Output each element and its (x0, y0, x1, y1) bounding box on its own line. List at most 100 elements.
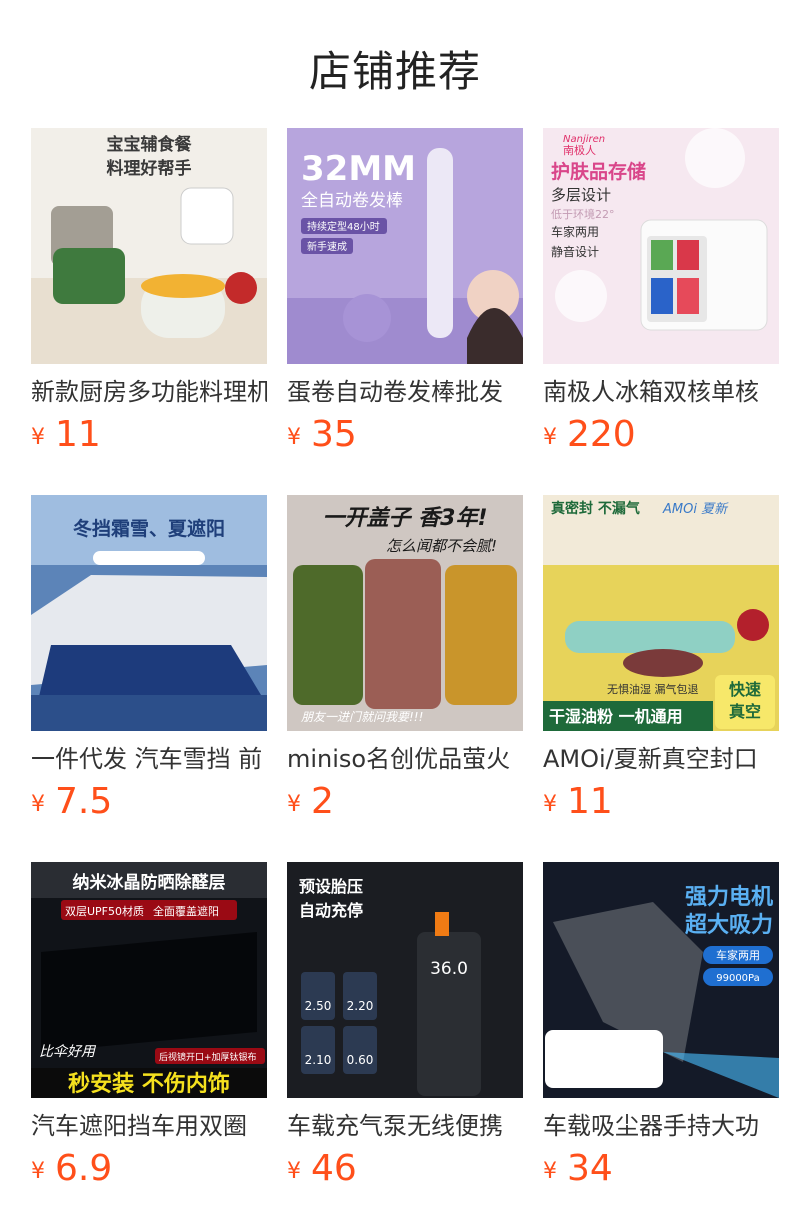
image-text: 超大吸力 (685, 913, 773, 938)
price-value: 34 (567, 1148, 613, 1189)
product-price: ¥6.9 (31, 1148, 112, 1192)
section-title: 店铺推荐 (308, 47, 481, 96)
product-price: ¥2 (287, 781, 334, 825)
image-text: 无惧油湿 漏气包退 (607, 682, 699, 696)
product-image[interactable]: 冬挡霜雪、夏遮阳 (31, 495, 267, 731)
currency-symbol: ¥ (31, 792, 45, 817)
product-name[interactable]: 车载充气泵无线便携 (287, 1108, 523, 1144)
product-image-food-processor: 宝宝辅食餐 料理好帮手 (31, 128, 267, 364)
product-name[interactable]: AMOi/夏新真空封口 (543, 741, 779, 777)
product-price: ¥11 (543, 781, 613, 825)
product-image-mini-fridge: Nanjiren 南极人 护肤品存储 多层设计 低于环境22° 车家两用 静音设… (543, 128, 779, 364)
currency-symbol: ¥ (543, 1159, 557, 1184)
image-text: 0.60 (347, 1053, 374, 1067)
product-card[interactable]: 冬挡霜雪、夏遮阳 一件代发 汽车雪挡 前 ¥7.5 (31, 495, 267, 825)
image-text: AMOi 夏新 (662, 502, 729, 517)
product-name[interactable]: 汽车遮阳挡车用双圈 (31, 1108, 267, 1144)
product-name[interactable]: miniso名创优品萤火 (287, 741, 523, 777)
image-text: 纳米冰晶防晒除醛层 (73, 872, 226, 893)
image-text: 静音设计 (551, 244, 599, 259)
image-text: 全自动卷发棒 (301, 191, 403, 211)
image-text: 比伞好用 (39, 1044, 97, 1060)
image-text: 料理好帮手 (107, 158, 192, 179)
price-value: 46 (311, 1148, 357, 1189)
product-image[interactable]: 纳米冰晶防晒除醛层 双层UPF50材质 全面覆盖遮阳 比伞好用 后视镜开口+加厚… (31, 862, 267, 1098)
product-image[interactable]: Nanjiren 南极人 护肤品存储 多层设计 低于环境22° 车家两用 静音设… (543, 128, 779, 364)
product-card[interactable]: 宝宝辅食餐 料理好帮手 新款厨房多功能料理机 ¥11 (31, 128, 267, 458)
product-name[interactable]: 新款厨房多功能料理机 (31, 374, 267, 410)
image-text: 朋友一进门就问我要!!! (301, 710, 423, 724)
currency-symbol: ¥ (31, 1159, 45, 1184)
product-image-car-snow-cover: 冬挡霜雪、夏遮阳 (31, 495, 267, 731)
currency-symbol: ¥ (287, 792, 301, 817)
product-price: ¥11 (31, 414, 101, 458)
product-image-aroma-jars: 一开盖子 香3年! 怎么闻都不会腻! 朋友一进门就问我要!!! (287, 495, 523, 731)
product-image-car-vacuum: 强力电机 超大吸力 车家两用 99000Pa (543, 862, 779, 1098)
image-text: 新手速成 (307, 240, 347, 253)
price-value: 11 (55, 414, 101, 455)
image-text: 真密封 不漏气 (551, 500, 640, 517)
product-price: ¥35 (287, 414, 357, 458)
currency-symbol: ¥ (287, 1159, 301, 1184)
image-text: 预设胎压 (299, 877, 363, 896)
image-text: 快速 (729, 680, 761, 699)
image-text: 全面覆盖遮阳 (153, 904, 219, 918)
product-image-air-pump: 预设胎压 自动充停 36.0 2.50 2.20 2.10 0.60 (287, 862, 523, 1098)
image-text: 怎么闻都不会腻! (386, 537, 497, 555)
product-card[interactable]: 预设胎压 自动充停 36.0 2.50 2.20 2.10 0.60 车载充气泵… (287, 862, 523, 1192)
store-recommend-page: 店铺推荐 宝宝辅食餐 料理好帮手 新款厨房多功能料理机 ¥11 32MM 全自动… (0, 0, 790, 1230)
product-card[interactable]: 一开盖子 香3年! 怎么闻都不会腻! 朋友一进门就问我要!!! miniso名创… (287, 495, 523, 825)
image-text: 南极人 (563, 143, 596, 157)
image-text: 车家两用 (716, 948, 760, 962)
image-text: 低于环境22° (551, 207, 615, 221)
image-text: 2.20 (347, 999, 374, 1013)
product-image[interactable]: 真密封 不漏气 AMOi 夏新 无惧油湿 漏气包退 干湿油粉 一机通用 快速 真… (543, 495, 779, 731)
product-name[interactable]: 车载吸尘器手持大功 (543, 1108, 779, 1144)
image-text: 后视镜开口+加厚钛银布 (159, 1051, 257, 1063)
price-value: 7.5 (55, 781, 113, 822)
product-card[interactable]: 强力电机 超大吸力 车家两用 99000Pa 车载吸尘器手持大功 ¥34 (543, 862, 779, 1192)
currency-symbol: ¥ (287, 425, 301, 450)
image-text: 强力电机 (685, 885, 773, 910)
image-text: 冬挡霜雪、夏遮阳 (73, 517, 225, 540)
product-image[interactable]: 宝宝辅食餐 料理好帮手 (31, 128, 267, 364)
product-image[interactable]: 预设胎压 自动充停 36.0 2.50 2.20 2.10 0.60 (287, 862, 523, 1098)
product-image[interactable]: 强力电机 超大吸力 车家两用 99000Pa (543, 862, 779, 1098)
image-text: 宝宝辅食餐 (107, 134, 193, 155)
price-value: 6.9 (55, 1148, 113, 1189)
price-value: 2 (311, 781, 334, 822)
image-text: 多层设计 (551, 186, 611, 204)
image-text: 32MM (301, 149, 416, 189)
product-card[interactable]: 真密封 不漏气 AMOi 夏新 无惧油湿 漏气包退 干湿油粉 一机通用 快速 真… (543, 495, 779, 825)
product-image[interactable]: 32MM 全自动卷发棒 持续定型48小时 新手速成 (287, 128, 523, 364)
currency-symbol: ¥ (543, 792, 557, 817)
image-text: 2.50 (305, 999, 332, 1013)
price-value: 35 (311, 414, 357, 455)
product-price: ¥34 (543, 1148, 613, 1192)
image-text: 秒安装 不伤内饰 (68, 1071, 230, 1097)
image-text: 自动充停 (299, 901, 363, 920)
image-text: 2.10 (305, 1053, 332, 1067)
product-name[interactable]: 蛋卷自动卷发棒批发 (287, 374, 523, 410)
product-card[interactable]: 32MM 全自动卷发棒 持续定型48小时 新手速成 蛋卷自动卷发棒批发 ¥35 (287, 128, 523, 458)
product-image[interactable]: 一开盖子 香3年! 怎么闻都不会腻! 朋友一进门就问我要!!! (287, 495, 523, 731)
image-text: 99000Pa (716, 973, 760, 984)
product-card[interactable]: 纳米冰晶防晒除醛层 双层UPF50材质 全面覆盖遮阳 比伞好用 后视镜开口+加厚… (31, 862, 267, 1192)
price-value: 220 (567, 414, 636, 455)
image-text: 真空 (729, 702, 761, 721)
image-text: 36.0 (430, 959, 468, 979)
product-card[interactable]: Nanjiren 南极人 护肤品存储 多层设计 低于环境22° 车家两用 静音设… (543, 128, 779, 458)
price-value: 11 (567, 781, 613, 822)
product-name[interactable]: 南极人冰箱双核单核 (543, 374, 779, 410)
product-image-sunshade: 纳米冰晶防晒除醛层 双层UPF50材质 全面覆盖遮阳 比伞好用 后视镜开口+加厚… (31, 862, 267, 1098)
product-name[interactable]: 一件代发 汽车雪挡 前 (31, 741, 267, 777)
image-text: 护肤品存储 (551, 160, 646, 183)
product-price: ¥7.5 (31, 781, 112, 825)
image-text: 一开盖子 香3年! (322, 505, 487, 531)
product-price: ¥46 (287, 1148, 357, 1192)
product-image-curling-iron: 32MM 全自动卷发棒 持续定型48小时 新手速成 (287, 128, 523, 364)
currency-symbol: ¥ (543, 425, 557, 450)
image-text: 车家两用 (551, 224, 599, 239)
product-price: ¥220 (543, 414, 636, 458)
image-text: 持续定型48小时 (307, 220, 380, 233)
